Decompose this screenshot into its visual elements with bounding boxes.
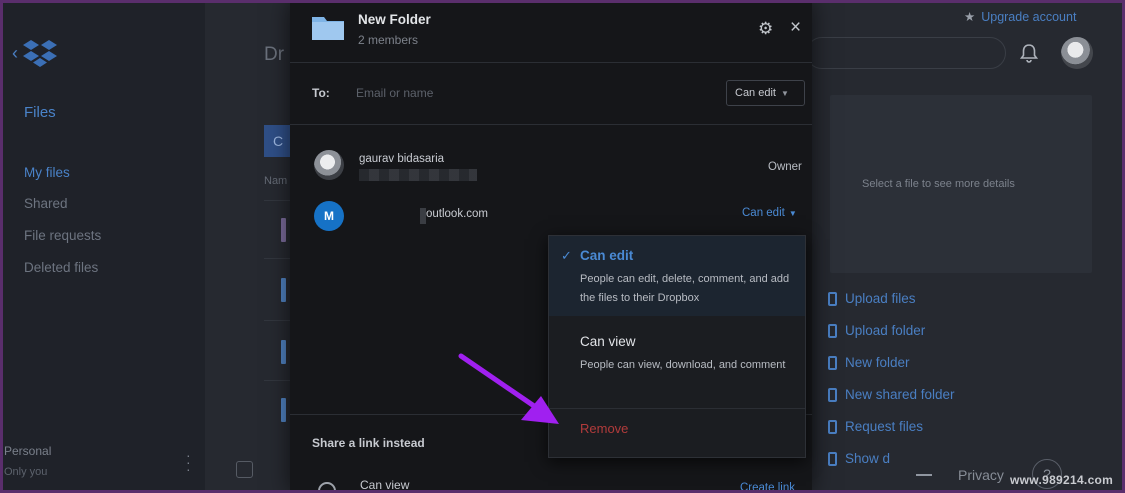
- details-hint: Select a file to see more details: [862, 178, 1015, 190]
- sidebar-item-file-requests[interactable]: File requests: [24, 228, 101, 243]
- sidebar-item-deleted-files[interactable]: Deleted files: [24, 260, 98, 275]
- more-options-icon[interactable]: · · ·: [186, 448, 191, 476]
- owner-role: Owner: [768, 161, 802, 173]
- star-icon: ★: [964, 10, 976, 24]
- logo[interactable]: ‹: [12, 38, 58, 68]
- member-permission-value: Can edit: [742, 207, 785, 219]
- folder-name: New Folder: [358, 12, 431, 27]
- upload-files-action[interactable]: Upload files: [828, 291, 916, 306]
- share-link-heading: Share a link instead: [312, 436, 425, 450]
- upload-file-icon: [828, 291, 837, 306]
- permission-dropdown-menu: ✓ Can edit People can edit, delete, comm…: [548, 235, 806, 458]
- to-label: To:: [312, 86, 330, 100]
- file-icon[interactable]: [281, 278, 286, 302]
- search-input[interactable]: [806, 37, 1006, 69]
- privacy-link[interactable]: Privacy: [958, 467, 1004, 483]
- owner-avatar: [314, 150, 344, 180]
- option-description: People can view, download, and comment: [580, 359, 786, 371]
- owner-email-redacted: [359, 169, 477, 181]
- menu-item-remove[interactable]: Remove: [580, 421, 628, 436]
- globe-icon: [318, 482, 336, 493]
- sidebar-item-shared[interactable]: Shared: [24, 196, 68, 211]
- option-title: Can edit: [580, 248, 634, 263]
- file-icon[interactable]: [281, 340, 286, 364]
- file-icon[interactable]: [281, 398, 286, 422]
- upgrade-link[interactable]: ★ Upgrade account: [964, 9, 1077, 25]
- name-column-header[interactable]: Nam: [264, 175, 287, 187]
- folder-icon: [312, 17, 344, 40]
- avatar[interactable]: [1061, 37, 1093, 69]
- action-label: Show d: [845, 451, 891, 466]
- chevron-left-icon[interactable]: ‹: [12, 43, 18, 64]
- divider: [549, 408, 805, 409]
- upload-folder-icon: [828, 323, 837, 338]
- sidebar-item-my-files[interactable]: My files: [24, 165, 70, 180]
- show-deleted-action[interactable]: Show d: [828, 451, 890, 466]
- new-shared-folder-action[interactable]: New shared folder: [828, 387, 955, 402]
- invite-email-input[interactable]: Email or name: [356, 86, 433, 100]
- row-divider: [264, 258, 290, 259]
- file-icon[interactable]: [281, 218, 286, 242]
- row-divider: [264, 380, 290, 381]
- account-name[interactable]: Personal: [4, 444, 51, 458]
- main-content: [205, 0, 290, 493]
- settings-gear-icon[interactable]: ⚙: [758, 19, 773, 39]
- menu-item-can-view[interactable]: Can view People can view, download, and …: [549, 322, 805, 402]
- dropbox-logo-icon: [23, 40, 57, 67]
- chevron-down-icon: ▼: [780, 89, 789, 98]
- watermark: www.989214.com: [1010, 473, 1114, 487]
- request-files-icon: [828, 419, 837, 434]
- minimize-icon[interactable]: [916, 474, 932, 476]
- page-title: Dr: [264, 44, 285, 65]
- annotation-arrow-icon: [458, 353, 559, 424]
- option-description: People can edit, delete, comment, and ad…: [580, 273, 790, 304]
- close-icon[interactable]: ×: [790, 17, 801, 39]
- select-all-checkbox[interactable]: [236, 461, 253, 478]
- files-heading[interactable]: Files: [24, 104, 56, 121]
- upload-folder-action[interactable]: Upload folder: [828, 323, 925, 338]
- action-label: Upload folder: [845, 323, 926, 338]
- divider: [290, 62, 812, 63]
- action-label: Upload files: [845, 291, 916, 306]
- sidebar: ‹ Files My files Shared File requests De…: [0, 0, 205, 493]
- owner-name: gaurav bidasaria: [359, 153, 445, 165]
- divider: [290, 124, 812, 125]
- member-count[interactable]: 2 members: [358, 33, 418, 47]
- row-divider: [264, 200, 290, 201]
- menu-item-can-edit[interactable]: ✓ Can edit People can edit, delete, comm…: [549, 236, 805, 316]
- row-divider: [264, 320, 290, 321]
- request-files-action[interactable]: Request files: [828, 419, 923, 434]
- bell-icon[interactable]: [1018, 42, 1040, 64]
- account-sub: Only you: [4, 466, 48, 478]
- chevron-down-icon: ▼: [788, 209, 797, 218]
- link-permission[interactable]: Can view: [360, 478, 409, 492]
- invite-permission-value: Can edit: [735, 87, 776, 99]
- new-folder-action[interactable]: New folder: [828, 355, 910, 370]
- checkmark-icon: ✓: [561, 248, 572, 263]
- upgrade-label: Upgrade account: [981, 9, 1077, 24]
- action-label: Request files: [845, 419, 924, 434]
- member-email: outlook.com: [426, 208, 489, 220]
- create-link-button[interactable]: Create link: [740, 482, 795, 493]
- option-title: Can view: [580, 334, 636, 349]
- shared-folder-icon: [828, 387, 837, 402]
- show-deleted-icon: [828, 451, 837, 466]
- action-label: New shared folder: [845, 387, 955, 402]
- action-label: New folder: [845, 355, 910, 370]
- create-button[interactable]: C: [264, 125, 290, 157]
- invite-permission-select[interactable]: Can edit ▼: [726, 80, 805, 106]
- member-avatar: M: [314, 201, 344, 231]
- new-folder-icon: [828, 355, 837, 370]
- member-permission-dropdown[interactable]: Can edit ▼: [742, 207, 797, 219]
